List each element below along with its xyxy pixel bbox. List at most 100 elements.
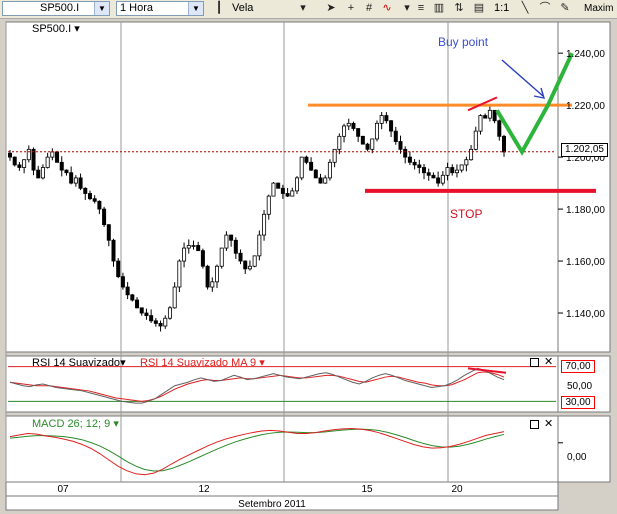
candle-body [229,234,234,241]
candle-body [252,255,257,267]
candle-body [196,245,201,252]
candle-body [276,182,281,189]
candle-body [64,169,69,174]
candle-body [205,265,210,288]
compare-icon[interactable]: ⇅ [452,1,466,16]
candle-body [313,169,318,179]
candle-body [299,156,304,179]
candle-body [332,148,337,163]
rsi-pane-label[interactable]: RSI 14 Suavizado▾ [32,357,126,370]
candle-body [163,317,168,327]
chevron-down-icon[interactable]: ▾ [400,1,414,16]
chart-area[interactable]: 1.240,001.220,001.200,001.180,001.160,00… [0,18,617,514]
ratio-label[interactable]: 1:1 [494,1,509,16]
date-tick-label: 15 [361,484,373,495]
price-tick-label: 1.140,00 [566,309,605,320]
candle-body [200,250,205,267]
cursor-icon[interactable]: ➤ [324,1,338,16]
candle-body [262,213,267,236]
candle-body [450,167,455,174]
macd-zero-label: 0,00 [567,452,587,463]
candle-body [483,115,488,119]
candle-body [106,224,111,241]
candle-body [309,161,314,171]
candle-body [285,193,290,197]
buy-point-label: Buy point [438,35,489,49]
candle-body [59,161,64,171]
candle-body [116,260,121,278]
candle-body [83,187,88,194]
crosshair-icon[interactable]: + [344,1,358,16]
candle-body [257,234,262,257]
macd-pane-label[interactable]: MACD 26; 12; 9 ▾ [32,418,119,431]
candle-body [487,109,492,119]
candle-body [130,294,135,301]
candle-body [182,247,187,262]
candle-body [17,164,22,168]
grid-icon[interactable]: # [362,1,376,16]
candle-body [464,159,469,166]
candle-body [440,174,445,184]
macd-axis [557,415,611,483]
candle-body [247,265,252,270]
rsi-maximize-button[interactable] [530,358,539,367]
studies-icon[interactable]: ▥ [432,1,446,16]
interval-value: 1 Hora [120,2,154,14]
candle-body [215,265,220,283]
candle-body [7,152,12,158]
stop-label: STOP [450,207,482,221]
last-price-box: 1.202,05 [561,143,608,157]
macd-close-button[interactable]: ✕ [544,419,553,430]
candle-body [290,190,295,197]
chevron-down-icon[interactable]: ▼ [94,2,109,15]
wave-icon[interactable]: ∿ [380,1,394,16]
candle-body [31,148,36,171]
zoom-icon[interactable]: ▤ [472,1,486,16]
rsi-30-box: 30,00 [561,396,595,409]
maximize-button[interactable]: Maxim [584,1,613,16]
candle-body [97,200,102,210]
candle-body [469,148,474,161]
candle-body [177,260,182,288]
candle-body [102,208,107,226]
chevron-down-icon[interactable]: ▼ [188,2,203,15]
symbol-select[interactable]: SP500.I ▼ [2,1,110,16]
rsi-70-box: 70,00 [561,360,595,373]
candle-body [501,135,506,153]
candle-type-icon[interactable]: ┃ [212,1,226,16]
rsi-ma-pane-label[interactable]: RSI 14 Suavizado MA 9 ▾ [140,357,265,370]
rsi-close-button[interactable]: ✕ [544,357,553,368]
candle-body [370,138,375,150]
symbol-pane-label[interactable]: SP500.I ▾ [32,23,80,36]
line-tool-icon[interactable]: ╲ [518,1,532,16]
symbol-value: SP500.I [40,2,80,14]
candle-body [280,187,285,194]
candle-body [318,177,323,184]
candle-body [337,135,342,150]
arrow-tool-icon[interactable]: ⌒ [538,1,552,16]
candle-body [431,174,436,179]
candle-body [12,156,17,166]
pen-tool-icon[interactable]: ✎ [558,1,572,16]
candle-body [219,247,224,267]
candle-body [22,159,27,168]
candle-body [167,307,172,319]
candle-body [342,125,347,137]
x-axis-label: Setembro 2011 [238,499,306,510]
candle-body [389,120,394,132]
chart-toolbar: SP500.I ▼ 1 Hora ▼ ┃ Vela ▾ ➤ + # ∿ ▾ ≡ … [0,0,617,19]
price-axis [557,21,611,353]
candle-body [125,286,130,296]
candle-body [478,115,483,132]
candle-body [379,115,384,124]
candle-body [454,169,459,174]
candle-body [407,156,412,163]
date-tick-label: 12 [198,484,210,495]
candle-body [139,307,144,314]
chevron-down-icon[interactable]: ▾ [296,1,310,16]
price-pane [5,21,559,353]
bars-icon[interactable]: ≡ [414,1,428,16]
candle-body [426,172,431,176]
macd-maximize-button[interactable] [530,420,539,429]
interval-select[interactable]: 1 Hora ▼ [116,1,204,16]
